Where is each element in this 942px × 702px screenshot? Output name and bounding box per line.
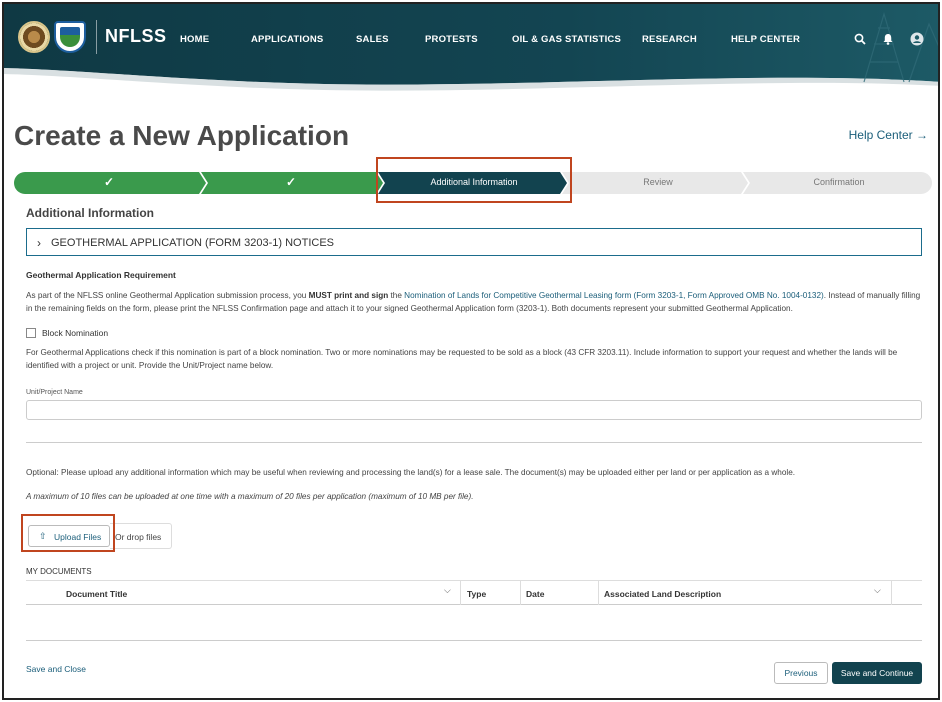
step-review: Review xyxy=(643,177,673,187)
requirement-paragraph: As part of the NFLSS online Geothermal A… xyxy=(26,289,922,315)
header-background xyxy=(4,4,938,91)
step-highlight-box xyxy=(376,157,572,203)
brand-name[interactable]: NFLSS xyxy=(105,26,167,47)
col-separator xyxy=(520,581,521,605)
requirement-heading: Geothermal Application Requirement xyxy=(26,270,176,280)
save-and-continue-button[interactable]: Save and Continue xyxy=(832,662,922,684)
col-separator xyxy=(598,581,599,605)
footer-divider xyxy=(26,640,922,641)
col-separator xyxy=(891,581,892,605)
geothermal-notices-accordion[interactable]: › GEOTHERMAL APPLICATION (FORM 3203-1) N… xyxy=(26,228,922,256)
chevron-right-icon: › xyxy=(37,236,41,250)
drop-files-label: Or drop files xyxy=(115,532,162,542)
nav-sales[interactable]: SALES xyxy=(356,34,389,45)
step-1-check-icon[interactable]: ✓ xyxy=(104,175,114,189)
chevron-down-icon[interactable]: ⌵ xyxy=(444,585,451,596)
col-type[interactable]: Type xyxy=(460,581,520,605)
requirement-text-a: As part of the NFLSS online Geothermal A… xyxy=(26,291,309,300)
user-icon[interactable] xyxy=(910,32,924,46)
seal-logo[interactable] xyxy=(18,21,50,53)
block-nomination-label[interactable]: Block Nomination xyxy=(42,328,108,338)
nav-protests[interactable]: PROTESTS xyxy=(425,34,478,45)
upload-highlight-box xyxy=(21,514,115,552)
nav-home[interactable]: HOME xyxy=(180,34,209,45)
search-icon[interactable] xyxy=(853,32,867,46)
bell-icon[interactable] xyxy=(881,32,895,46)
agency-logo[interactable] xyxy=(54,21,86,53)
block-description: For Geothermal Applications check if thi… xyxy=(26,348,898,370)
my-documents-label: MY DOCUMENTS xyxy=(26,567,92,576)
requirement-text-b: the xyxy=(388,291,405,300)
col-date-label: Date xyxy=(526,589,545,599)
block-nomination-checkbox[interactable] xyxy=(26,328,36,338)
col-separator xyxy=(460,581,461,605)
save-and-close-link[interactable]: Save and Close xyxy=(26,664,86,674)
upload-limit-text: A maximum of 10 files can be uploaded at… xyxy=(26,492,474,501)
file-drop-zone[interactable]: Or drop files xyxy=(110,523,172,549)
documents-table: Document Title ⌵ Type Date Associated La… xyxy=(26,580,922,605)
step-2-check-icon[interactable]: ✓ xyxy=(286,175,296,189)
form-3203-1-link[interactable]: Nomination of Lands for Competitive Geot… xyxy=(404,291,824,300)
col-date[interactable]: Date xyxy=(520,581,598,605)
requirement-text-bold: MUST print and sign xyxy=(308,291,389,300)
col-document-title-label: Document Title xyxy=(66,589,128,599)
nav-applications[interactable]: APPLICATIONS xyxy=(251,34,323,45)
previous-button[interactable]: Previous xyxy=(774,662,828,684)
col-document-title[interactable]: Document Title ⌵ xyxy=(26,581,460,605)
site-header: NFLSS HOME APPLICATIONS SALES PROTESTS O… xyxy=(4,4,938,92)
step-confirmation: Confirmation xyxy=(813,177,865,187)
col-associated-land[interactable]: Associated Land Description ⌵ xyxy=(598,581,892,605)
nav-help-center[interactable]: HELP CENTER xyxy=(731,34,800,45)
col-type-label: Type xyxy=(467,589,487,599)
help-center-link[interactable]: Help Center → xyxy=(849,128,928,142)
page-title: Create a New Application xyxy=(14,120,350,151)
accordion-label: GEOTHERMAL APPLICATION (FORM 3203-1) NOT… xyxy=(51,237,334,249)
application-window: NFLSS HOME APPLICATIONS SALES PROTESTS O… xyxy=(2,2,940,700)
nav-research[interactable]: RESEARCH xyxy=(642,34,697,45)
section-title: Additional Information xyxy=(26,206,154,220)
unit-project-name-input[interactable] xyxy=(26,400,922,420)
header-divider xyxy=(96,20,97,54)
col-associated-land-label: Associated Land Description xyxy=(604,589,722,599)
section-divider xyxy=(26,442,922,443)
upload-optional-text: Optional: Please upload any additional i… xyxy=(26,468,796,477)
chevron-down-icon[interactable]: ⌵ xyxy=(874,585,881,596)
nav-oil-gas-statistics[interactable]: OIL & GAS STATISTICS xyxy=(512,34,621,45)
unit-project-name-label: Unit/Project Name xyxy=(26,389,83,396)
